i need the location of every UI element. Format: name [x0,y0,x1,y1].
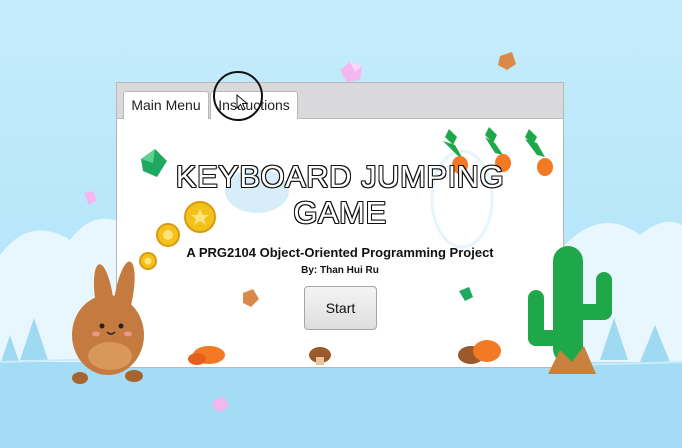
game-title-line-2: GAME [293,195,387,230]
start-button[interactable]: Start [304,286,377,330]
gem-icon [340,62,362,82]
game-title-line-1: KEYBOARD JUMPING [175,159,505,194]
tab-bar: Main Menu Instructions [117,83,563,119]
tab-main-menu[interactable]: Main Menu [123,91,209,119]
game-window: Main Menu Instructions KEYBOARD JUMPING … [116,82,564,368]
mushroom-icon [309,347,331,365]
menu-decorations [139,127,553,365]
main-menu-panel: KEYBOARD JUMPING GAME A PRG2104 Object-O… [117,119,563,367]
game-title: KEYBOARD JUMPING GAME [117,159,563,231]
game-subtitle: A PRG2104 Object-Oriented Programming Pr… [186,245,494,260]
tab-instructions[interactable]: Instructions [210,91,298,119]
mushroom-icon [458,340,501,364]
game-author: By: Than Hui Ru [301,265,379,276]
mushroom-icon [188,346,225,365]
